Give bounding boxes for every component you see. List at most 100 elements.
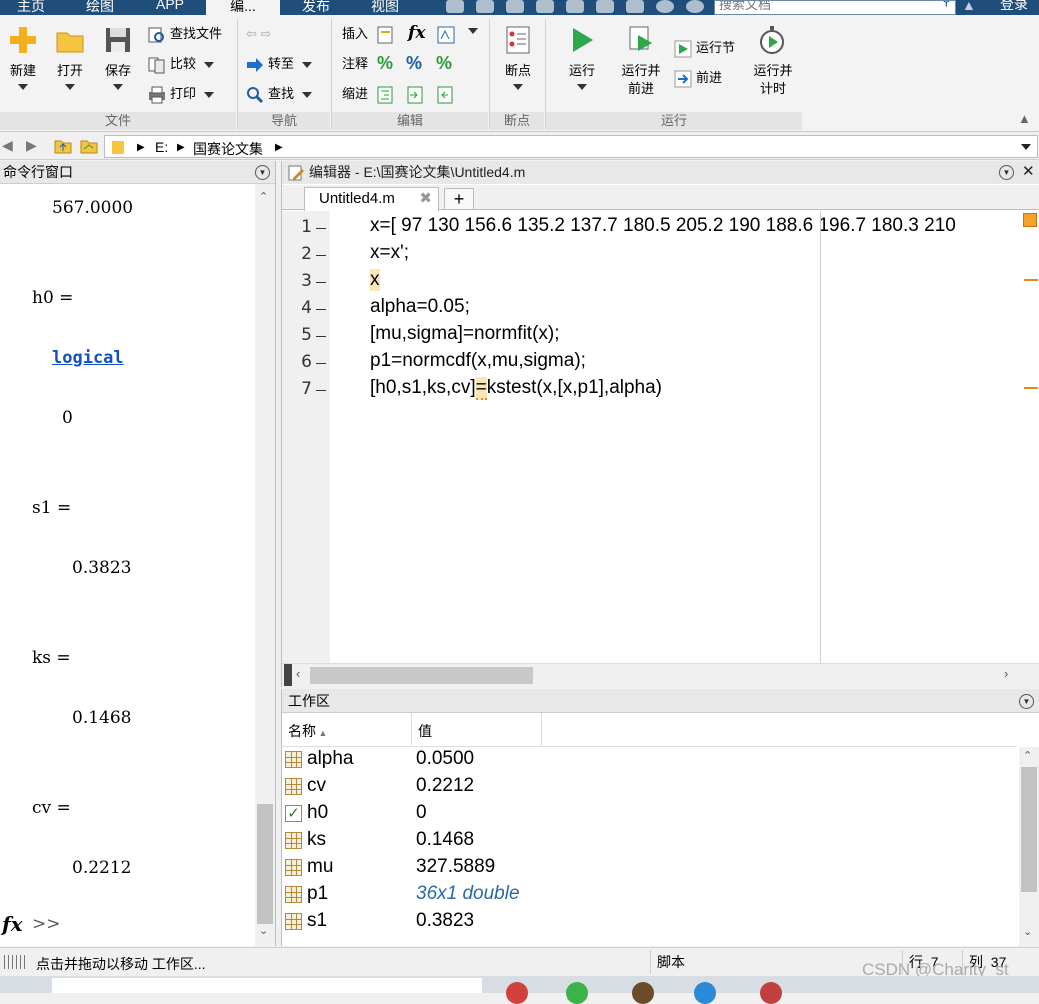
close-tab-icon[interactable]: ✖ [419, 188, 432, 210]
drag-grip-icon[interactable] [4, 955, 28, 969]
horizontal-scroll-thumb[interactable] [310, 667, 533, 684]
run-and-time-button[interactable]: 运行并 计时 [748, 25, 798, 98]
insert-function-button[interactable]: fx [408, 23, 425, 43]
paste-quick-icon[interactable] [536, 0, 554, 13]
login-link[interactable]: 登录 [1000, 0, 1028, 14]
workspace-row[interactable]: mu 327.5889 [282, 855, 1017, 882]
tab-publish[interactable]: 发布 [284, 0, 348, 15]
workspace-row[interactable]: p1 36x1 double [282, 882, 1017, 909]
open-button[interactable]: 打开 [52, 25, 88, 90]
comment-button[interactable]: 注释 [342, 53, 368, 75]
workspace-scrollbar[interactable]: ⌃ ⌄ [1019, 747, 1039, 946]
undo-quick-icon[interactable] [566, 0, 584, 13]
run-and-advance-button[interactable]: 运行并 前进 [616, 25, 666, 98]
compare-button[interactable]: 比较 [148, 53, 215, 75]
editor-menu-icon[interactable]: ▼ [999, 165, 1014, 180]
comment-percent-icon[interactable]: % [377, 53, 393, 74]
copy-quick-icon[interactable] [506, 0, 524, 13]
path-box[interactable]: ▶ E: ▶ 国赛论文集 ▶ [104, 135, 1038, 158]
command-window-menu-icon[interactable]: ▼ [255, 165, 270, 180]
tab-plots[interactable]: 绘图 [66, 0, 134, 15]
command-prompt[interactable]: >> [32, 914, 61, 934]
find-button[interactable]: 查找 [246, 83, 313, 105]
notification-bell-icon[interactable]: ▲ [962, 0, 976, 13]
warning-marker[interactable] [1024, 279, 1038, 281]
insert-section-icon[interactable] [376, 25, 396, 45]
workspace-menu-icon[interactable]: ▼ [1019, 694, 1034, 709]
tab-home[interactable]: 主页 [0, 0, 62, 15]
command-window[interactable]: 命令行窗口 ▼ 567.0000 h0 = logical 0 s1 = 0.3… [0, 161, 276, 946]
uncomment-icon[interactable]: % [406, 53, 422, 74]
increase-indent-icon[interactable] [406, 85, 426, 105]
new-button[interactable]: 新建 [4, 25, 42, 90]
new-tab-button[interactable]: + [444, 188, 474, 210]
run-section-button[interactable]: 运行节 [674, 37, 735, 59]
edit-more-dropdown-icon[interactable] [468, 28, 478, 34]
scroll-left-icon[interactable]: ‹ [296, 666, 300, 681]
print-button[interactable]: 打印 [148, 83, 215, 105]
nav-forward-icon[interactable]: ⇨ [261, 26, 272, 41]
tab-apps[interactable]: APP [138, 0, 202, 15]
fx-function-browser-icon[interactable]: fx [2, 912, 23, 936]
scroll-down-icon[interactable]: ⌄ [259, 924, 268, 937]
back-forward-nav[interactable]: ⇦ ⇨ [246, 23, 271, 45]
taskbar-app-icon[interactable] [506, 982, 528, 1004]
value-column-header[interactable]: 值 [412, 713, 542, 747]
workspace-row[interactable]: ks 0.1468 [282, 828, 1017, 855]
workspace-row[interactable]: ✓ h0 0 [282, 801, 1017, 828]
save-button[interactable]: 保存 [100, 25, 136, 90]
up-folder-icon[interactable] [54, 137, 72, 155]
switch-window-icon[interactable] [626, 0, 644, 13]
taskbar-app-icon[interactable] [694, 982, 716, 1004]
smart-indent-icon[interactable] [376, 85, 396, 105]
workspace-row[interactable]: s1 0.3823 [282, 909, 1017, 936]
tab-view[interactable]: 视图 [352, 0, 418, 15]
scroll-up-icon[interactable]: ⌃ [1023, 749, 1032, 762]
goto-button[interactable]: 转至 [246, 53, 313, 75]
redo-quick-icon[interactable] [596, 0, 614, 13]
taskbar-app-icon[interactable] [760, 982, 782, 1004]
scroll-down-icon[interactable]: ⌄ [1023, 925, 1032, 938]
help-icon[interactable] [656, 0, 674, 13]
scroll-thumb[interactable] [257, 804, 273, 924]
code-area[interactable]: x=[ 97 130 156.6 135.2 137.7 180.5 205.2… [330, 211, 1020, 663]
save-quick-icon[interactable] [446, 0, 464, 13]
insert-button[interactable]: 插入 [342, 23, 368, 45]
workspace-panel[interactable]: 工作区 ▼ 名称 ▲ 值 alpha 0.0500 cv 0.2212 ✓ h0 0 k… [281, 689, 1039, 946]
taskbar-app-icon[interactable] [632, 982, 654, 1004]
wrap-comments-icon[interactable]: % [436, 53, 452, 74]
taskbar-app-icon[interactable] [566, 982, 588, 1004]
file-tab[interactable]: Untitled4.m ✖ [304, 187, 439, 211]
function-browser-icon[interactable] [436, 25, 456, 45]
workspace-scroll-thumb[interactable] [1021, 767, 1037, 892]
advance-button[interactable]: 前进 [674, 67, 722, 89]
editor-horizontal-scrollbar[interactable]: ‹ › [282, 663, 1039, 687]
search-icon[interactable]: ⚲ [941, 1, 951, 7]
run-button[interactable]: 运行 [560, 25, 604, 90]
indent-button[interactable]: 缩进 [342, 83, 368, 105]
warning-marker[interactable] [1024, 387, 1038, 389]
find-files-button[interactable]: 查找文件 [148, 23, 222, 45]
scroll-right-icon[interactable]: › [1004, 666, 1008, 681]
breakpoints-button[interactable]: 断点 [496, 25, 540, 90]
decrease-indent-icon[interactable] [436, 85, 456, 105]
editor-close-icon[interactable]: ✕ [1022, 161, 1035, 183]
browse-folder-icon[interactable] [80, 137, 98, 155]
scroll-up-icon[interactable]: ⌃ [259, 190, 268, 203]
nav-back-icon[interactable]: ⇦ [246, 26, 257, 41]
back-arrow-icon[interactable]: ◀ [2, 137, 13, 154]
workspace-row[interactable]: cv 0.2212 [282, 774, 1017, 801]
cut-quick-icon[interactable] [476, 0, 494, 13]
collapse-ribbon-icon[interactable]: ▲ [1018, 111, 1031, 126]
forward-arrow-icon[interactable]: ▶ [26, 137, 37, 154]
taskbar-search-box[interactable] [52, 978, 482, 993]
search-documentation-input[interactable]: 搜索文档 ⚲ [714, 0, 956, 15]
warning-indicator-icon[interactable] [1023, 213, 1037, 227]
path-dropdown-icon[interactable] [1021, 144, 1031, 150]
path-drive[interactable]: E: [155, 139, 168, 155]
path-folder[interactable]: 国赛论文集 [193, 139, 263, 159]
dropdown-quick-icon[interactable] [686, 0, 704, 13]
name-column-header[interactable]: 名称 ▲ [282, 713, 412, 747]
command-window-scrollbar[interactable]: ⌃ ⌄ [255, 184, 275, 946]
tab-editor[interactable]: 编... [206, 0, 280, 15]
